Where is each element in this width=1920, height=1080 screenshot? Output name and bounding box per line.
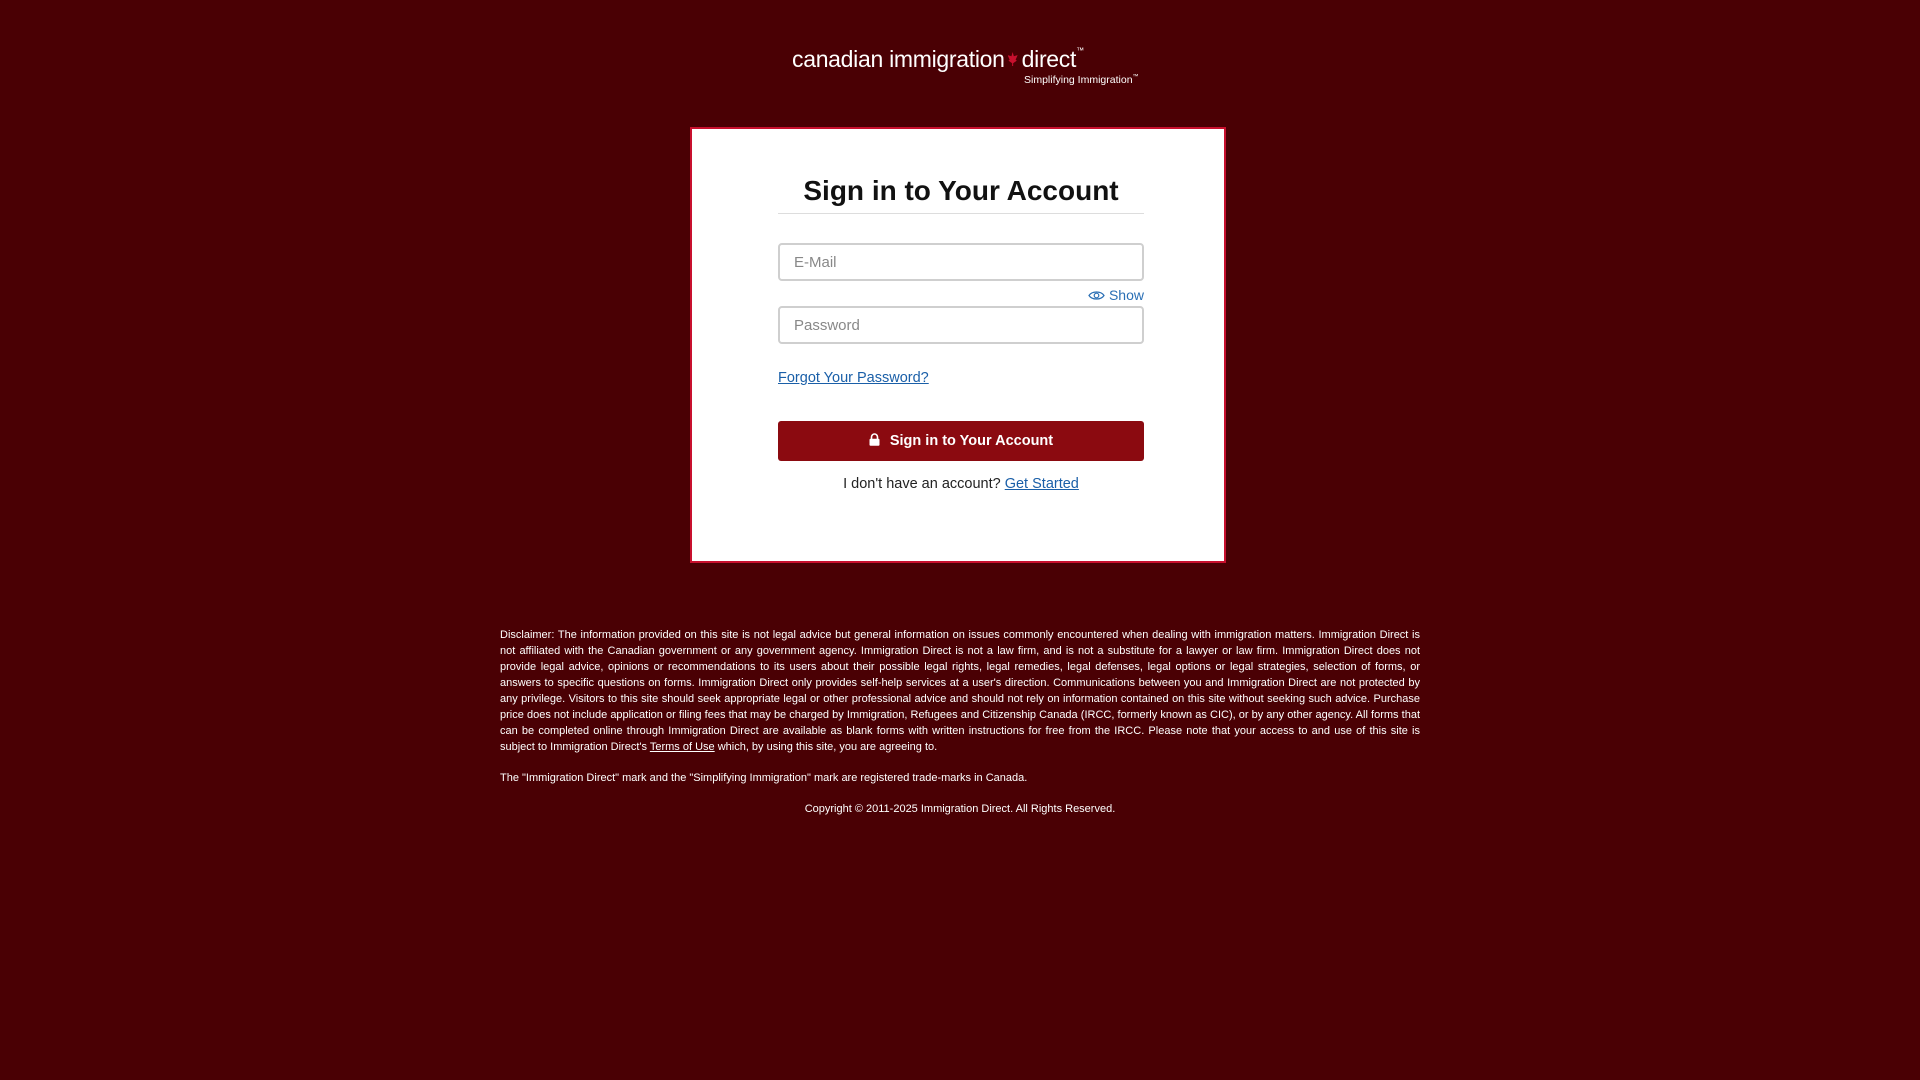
page: canadian immigration direct™ Simplifying … [0, 0, 1920, 1080]
eye-icon [1088, 290, 1105, 301]
show-password-label: Show [1108, 287, 1144, 303]
signup-prompt: I don't have an account? Get Started [778, 476, 1144, 492]
logo-word-immigration: immigration [889, 46, 1005, 72]
logo-wordmark: canadian immigration direct™ [792, 46, 1084, 73]
show-password-toggle[interactable]: Show [1088, 287, 1144, 303]
logo-word-canadian: canadian [792, 46, 883, 72]
logo-trademark: ™ [1076, 46, 1084, 55]
logo-tagline-trademark: ™ [1132, 74, 1139, 80]
email-field[interactable] [778, 243, 1144, 281]
signin-button-label: Sign in to Your Account [889, 433, 1054, 449]
site-logo[interactable]: canadian immigration direct™ Simplifying … [790, 46, 1150, 92]
logo-word-direct: direct [1021, 46, 1077, 72]
disclaimer-tail: which, by using this site, you are agree… [714, 741, 938, 753]
disclaimer-body: Disclaimer: The information provided on … [500, 629, 1420, 753]
disclaimer-text: Disclaimer: The information provided on … [500, 627, 1420, 755]
maple-leaf-icon [1007, 52, 1018, 66]
logo-tagline-text: Simplifying Immigration [1024, 74, 1133, 86]
logo-tagline: Simplifying Immigration™ [1024, 74, 1139, 86]
terms-of-use-link[interactable]: Terms of Use [650, 741, 715, 753]
get-started-link[interactable]: Get Started [1005, 476, 1079, 492]
signin-card: Sign in to Your Account Show Forgot Your… [690, 127, 1226, 563]
title-divider [778, 213, 1144, 214]
trademark-notice: The "Immigration Direct" mark and the "S… [500, 772, 1028, 784]
no-account-text: I don't have an account? [843, 476, 1001, 492]
forgot-password-link[interactable]: Forgot Your Password? [778, 370, 929, 386]
page-title: Sign in to Your Account [803, 175, 1119, 206]
lock-icon [869, 432, 880, 450]
copyright-notice: Copyright © 2011-2025 Immigration Direct… [804, 803, 1116, 815]
password-field[interactable] [778, 306, 1144, 344]
signin-button[interactable]: Sign in to Your Account [778, 421, 1144, 461]
footer: Disclaimer: The information provided on … [500, 627, 1420, 817]
